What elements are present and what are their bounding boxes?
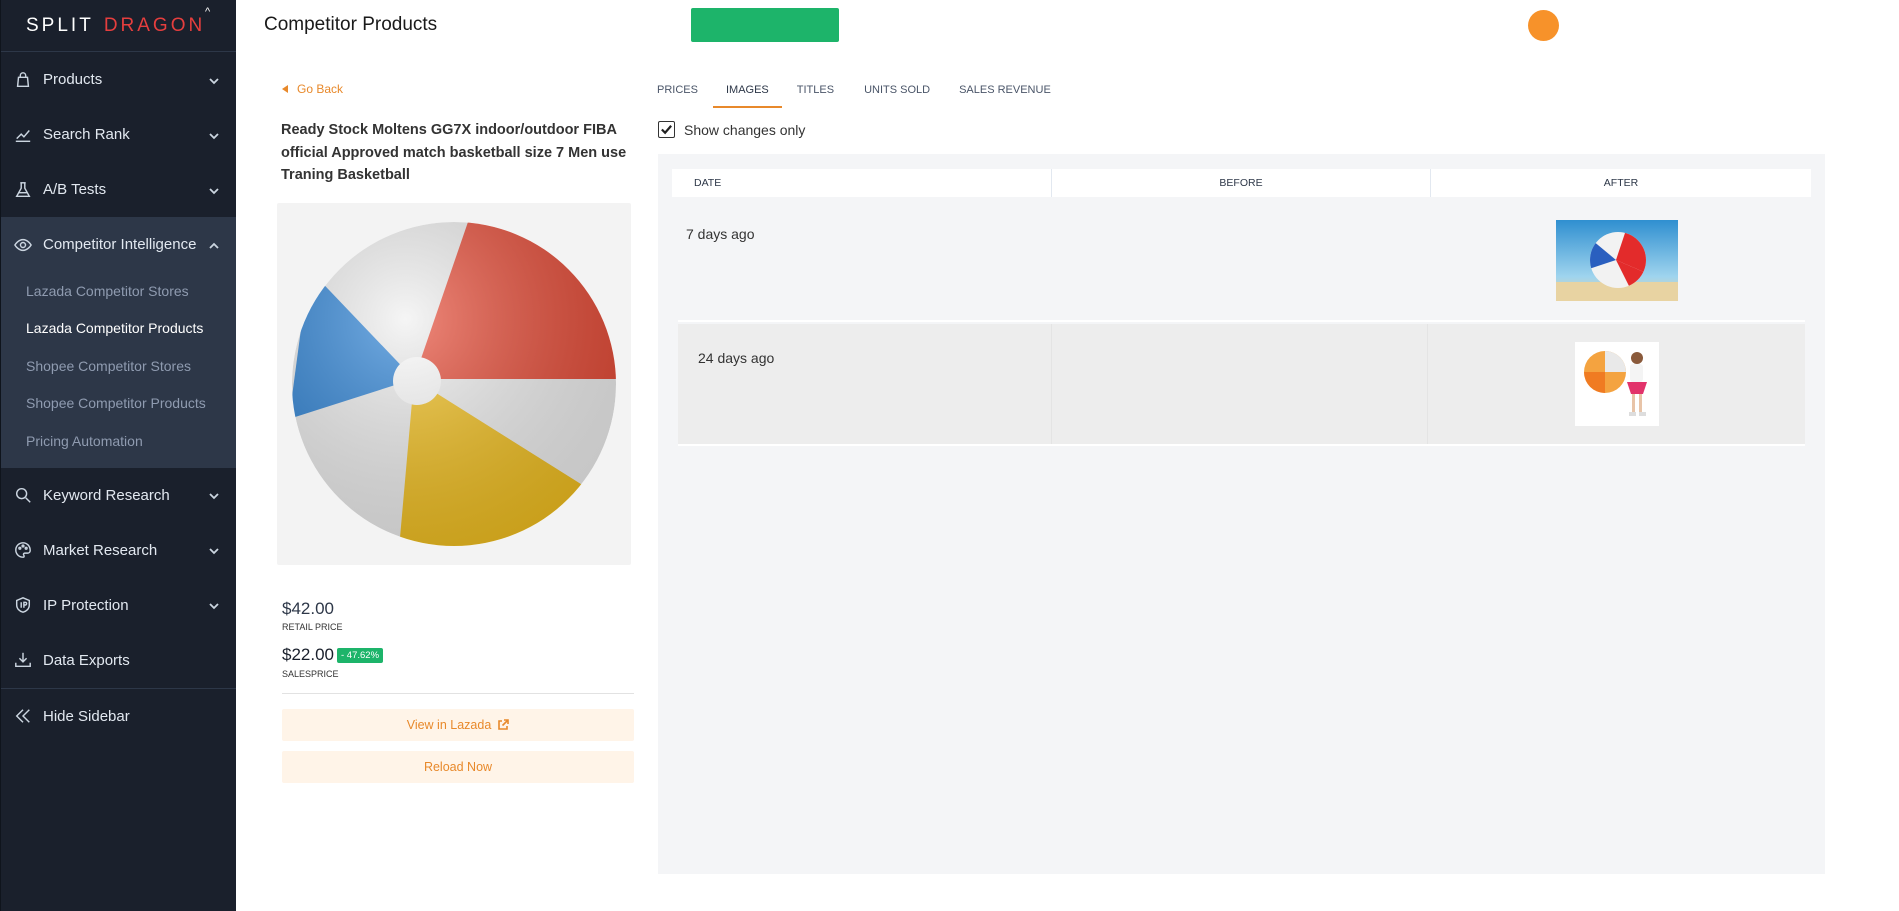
girl-with-ball-thumbnail bbox=[1574, 342, 1659, 426]
history-tabs: PRICES IMAGES TITLES UNITS SOLD SALES RE… bbox=[657, 80, 1051, 108]
table-row: 24 days ago bbox=[678, 324, 1805, 446]
avatar[interactable] bbox=[1528, 10, 1559, 41]
row-after-image[interactable] bbox=[1428, 200, 1805, 320]
competitor-subnav: Lazada Competitor Stores Lazada Competit… bbox=[1, 272, 236, 468]
tab-titles[interactable]: TITLES bbox=[797, 80, 834, 108]
beach-ball-image bbox=[292, 222, 616, 546]
row-date: 7 days ago bbox=[686, 226, 755, 242]
show-changes-toggle[interactable]: Show changes only bbox=[658, 121, 805, 138]
flask-icon bbox=[13, 180, 33, 200]
sidebar-item-label: Data Exports bbox=[43, 651, 130, 669]
sidebar-item-ab-tests[interactable]: A/B Tests bbox=[1, 162, 236, 217]
double-chevron-left-icon bbox=[13, 706, 33, 726]
sidebar-item-ip-protection[interactable]: IP Protection bbox=[1, 578, 236, 633]
caret-left-icon bbox=[282, 85, 288, 93]
eye-icon bbox=[13, 235, 33, 255]
retail-price-label: RETAIL PRICE bbox=[282, 622, 343, 632]
sale-price: $22.00 bbox=[282, 645, 334, 664]
reload-now-button[interactable]: Reload Now bbox=[282, 751, 634, 783]
sale-price-row: $22.00 - 47.62% bbox=[282, 645, 384, 665]
subnav-shopee-stores[interactable]: Shopee Competitor Stores bbox=[1, 347, 236, 385]
subnav-lazada-products[interactable]: Lazada Competitor Products bbox=[1, 310, 236, 348]
image-history-panel: DATE BEFORE AFTER 7 days ago 24 days ago bbox=[658, 154, 1825, 874]
sidebar-item-label: Search Rank bbox=[43, 126, 130, 143]
sidebar: SPLIT DRAGON Products Search Rank A/B Te… bbox=[0, 0, 236, 911]
row-before-image bbox=[1052, 324, 1428, 444]
subnav-shopee-products[interactable]: Shopee Competitor Products bbox=[1, 385, 236, 423]
column-before: BEFORE bbox=[1052, 169, 1431, 197]
search-icon bbox=[13, 485, 33, 505]
chart-line-icon bbox=[13, 125, 33, 145]
sidebar-item-products[interactable]: Products bbox=[1, 52, 236, 107]
tab-units-sold[interactable]: UNITS SOLD bbox=[864, 80, 930, 108]
sidebar-item-label: IP Protection bbox=[43, 596, 129, 614]
logo-dragon: DRAGON bbox=[104, 6, 214, 37]
chevron-down-icon bbox=[208, 129, 220, 141]
row-date: 24 days ago bbox=[678, 324, 1052, 444]
column-after: AFTER bbox=[1603, 177, 1639, 189]
sale-price-label: SALESPRICE bbox=[282, 669, 339, 679]
app-root: SPLIT DRAGON Products Search Rank A/B Te… bbox=[0, 0, 1899, 911]
external-link-icon bbox=[497, 719, 510, 731]
sidebar-item-label: A/B Tests bbox=[43, 181, 107, 198]
view-in-lazada-button[interactable]: View in Lazada bbox=[282, 709, 634, 741]
row-after-image[interactable] bbox=[1428, 324, 1805, 444]
sidebar-item-market-research[interactable]: Market Research bbox=[1, 523, 236, 578]
sidebar-item-keyword-research[interactable]: Keyword Research bbox=[1, 468, 236, 523]
discount-badge: - 47.62% bbox=[337, 647, 384, 663]
product-title: Ready Stock Moltens GG7X indoor/outdoor … bbox=[281, 122, 627, 183]
row-before-image bbox=[1052, 200, 1428, 320]
sidebar-item-label: Competitor Intelligence bbox=[43, 236, 197, 253]
chevron-down-icon bbox=[208, 599, 220, 611]
chevron-down-icon bbox=[208, 489, 220, 501]
sidebar-item-label: Products bbox=[43, 71, 103, 88]
bag-icon bbox=[13, 70, 33, 90]
chevron-down-icon bbox=[208, 74, 220, 86]
column-date: DATE bbox=[672, 169, 1052, 197]
shield-icon bbox=[13, 595, 33, 615]
sidebar-item-data-exports[interactable]: Data Exports bbox=[1, 633, 236, 688]
beach-scene-thumbnail bbox=[1555, 219, 1678, 301]
product-image bbox=[277, 203, 631, 565]
hide-sidebar-label: Hide Sidebar bbox=[43, 707, 130, 725]
top-header: Competitor Products bbox=[236, 0, 1899, 52]
palette-icon bbox=[13, 540, 33, 560]
chevron-down-icon bbox=[208, 544, 220, 556]
show-changes-label: Show changes only bbox=[684, 121, 806, 138]
sidebar-item-competitor-intelligence[interactable]: Competitor Intelligence bbox=[1, 217, 236, 272]
chevron-up-icon bbox=[208, 239, 220, 251]
price-divider bbox=[282, 693, 634, 694]
chevron-down-icon bbox=[208, 184, 220, 196]
download-icon bbox=[13, 650, 33, 670]
sidebar-item-label: Market Research bbox=[43, 541, 158, 559]
subnav-pricing-automation[interactable]: Pricing Automation bbox=[1, 422, 236, 460]
logo[interactable]: SPLIT DRAGON bbox=[1, 0, 236, 52]
check-icon bbox=[661, 125, 672, 135]
go-back-link[interactable]: Go Back bbox=[282, 82, 343, 96]
header-action-button[interactable] bbox=[691, 8, 839, 42]
show-changes-checkbox[interactable] bbox=[658, 121, 675, 138]
page-title: Competitor Products bbox=[264, 14, 438, 35]
go-back-label: Go Back bbox=[297, 82, 344, 96]
retail-price: $42.00 bbox=[282, 599, 334, 618]
tab-sales-revenue[interactable]: SALES REVENUE bbox=[959, 80, 1051, 108]
table-row: 7 days ago bbox=[678, 200, 1805, 322]
tab-prices[interactable]: PRICES bbox=[657, 80, 698, 108]
logo-split: SPLIT bbox=[26, 14, 94, 36]
view-in-lazada-label: View in Lazada bbox=[406, 718, 492, 732]
reload-now-label: Reload Now bbox=[423, 760, 493, 774]
sidebar-item-label: Keyword Research bbox=[43, 486, 170, 504]
subnav-lazada-stores[interactable]: Lazada Competitor Stores bbox=[1, 272, 236, 310]
hide-sidebar-button[interactable]: Hide Sidebar bbox=[1, 689, 236, 744]
sidebar-item-search-rank[interactable]: Search Rank bbox=[1, 107, 236, 162]
table-header: DATE BEFORE AFTER bbox=[672, 169, 1811, 197]
tab-images[interactable]: IMAGES bbox=[712, 80, 782, 108]
